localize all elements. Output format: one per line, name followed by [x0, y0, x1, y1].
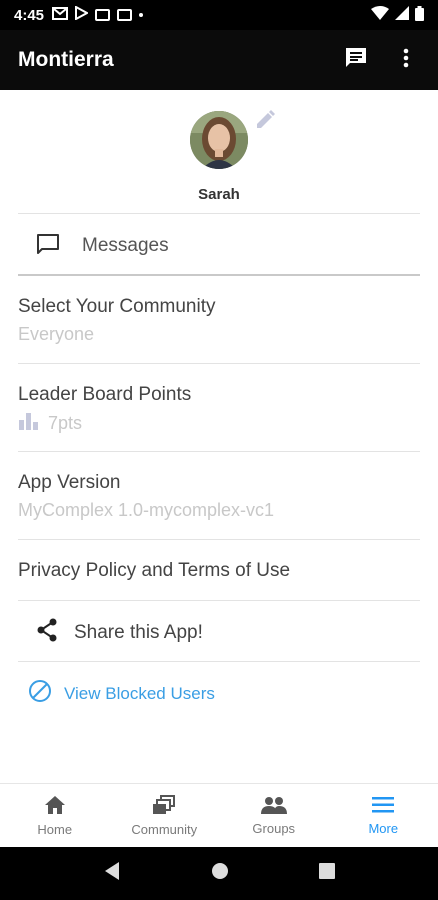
status-time: 4:45	[14, 6, 45, 24]
nav-home-label: Home	[37, 821, 73, 837]
divider	[18, 661, 420, 662]
bottom-navigation: Home Community Groups More	[0, 783, 438, 847]
home-circle-icon[interactable]	[211, 862, 229, 885]
view-blocked-users-label: View Blocked Users	[64, 683, 215, 703]
divider	[18, 451, 420, 452]
battery-icon	[415, 5, 424, 25]
divider	[18, 213, 420, 214]
messages-row[interactable]: Messages	[18, 230, 420, 262]
share-app-row[interactable]: Share this App!	[18, 618, 420, 647]
divider	[18, 363, 420, 364]
select-community-row[interactable]: Select Your Community Everyone	[18, 296, 420, 345]
signal-icon	[395, 6, 409, 24]
divider	[18, 274, 420, 276]
view-blocked-users-row[interactable]: View Blocked Users	[28, 679, 430, 708]
nav-community-label: Community	[131, 821, 198, 837]
nav-more-label: More	[368, 820, 399, 836]
system-status-icons	[371, 5, 424, 25]
leaderboard-points: 7pts	[48, 413, 83, 433]
app-bar: Montierra	[0, 30, 438, 90]
block-icon	[28, 679, 52, 708]
system-navigation-bar	[0, 847, 438, 900]
app-notification-icon-2	[117, 9, 133, 21]
recents-icon[interactable]	[319, 863, 335, 884]
divider	[18, 539, 420, 540]
community-value: Everyone	[18, 324, 420, 345]
app-version-value: MyComplex 1.0-mycomplex-vc1	[18, 500, 420, 521]
leaderboard-row[interactable]: Leader Board Points 7pts	[18, 384, 420, 435]
leaderboard-value: 7pts	[18, 412, 420, 435]
edit-profile-icon[interactable]	[254, 109, 276, 136]
app-title: Montierra	[18, 48, 114, 71]
community-value-text: Everyone	[18, 324, 95, 344]
chat-button[interactable]	[342, 46, 370, 74]
overflow-menu-button[interactable]	[392, 46, 420, 74]
app-version-text: MyComplex 1.0-mycomplex-vc1	[18, 500, 275, 520]
wifi-icon	[371, 6, 389, 24]
community-icon	[152, 794, 176, 818]
nav-groups-label: Groups	[252, 820, 296, 836]
play-store-icon	[75, 5, 90, 24]
privacy-policy-label: Privacy Policy and Terms of Use	[18, 560, 291, 581]
avatar[interactable]	[190, 111, 248, 169]
app-version-title: App Version	[18, 472, 121, 493]
message-icon	[36, 233, 60, 260]
back-icon[interactable]	[103, 861, 121, 886]
profile-name: Sarah	[198, 186, 240, 203]
more-notifications-dot	[139, 13, 144, 17]
more-vert-icon	[403, 48, 409, 73]
status-bar: 4:45	[0, 0, 438, 30]
nav-community[interactable]: Community	[110, 784, 220, 847]
chat-icon	[344, 46, 368, 75]
nav-home[interactable]: Home	[0, 784, 110, 847]
home-icon	[44, 795, 66, 818]
profile-section: Sarah	[0, 90, 438, 214]
gmail-icon	[52, 6, 69, 24]
privacy-policy-row[interactable]: Privacy Policy and Terms of Use	[18, 560, 420, 582]
share-app-label: Share this App!	[74, 621, 203, 643]
community-title: Select Your Community	[18, 296, 216, 317]
messages-label: Messages	[82, 235, 169, 256]
nav-more[interactable]: More	[329, 784, 438, 847]
divider	[18, 600, 420, 601]
notification-icons	[52, 5, 144, 24]
nav-groups[interactable]: Groups	[219, 784, 329, 847]
bar-chart-icon	[18, 412, 40, 435]
menu-icon	[372, 796, 395, 817]
app-notification-icon	[95, 9, 111, 21]
app-version-row: App Version MyComplex 1.0-mycomplex-vc1	[18, 472, 420, 521]
share-icon	[36, 618, 58, 647]
leaderboard-title: Leader Board Points	[18, 384, 192, 405]
groups-icon	[260, 796, 287, 817]
